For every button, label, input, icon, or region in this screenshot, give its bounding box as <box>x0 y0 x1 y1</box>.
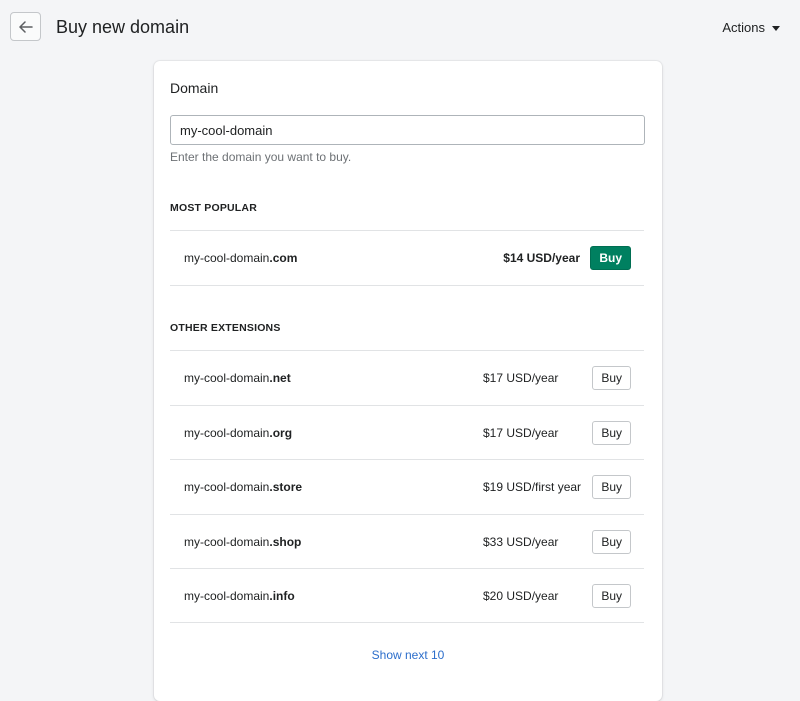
domain-row-org: my-cool-domain.org $17 USD/year Buy <box>170 406 644 460</box>
card-title: Domain <box>170 80 219 96</box>
buy-button-net[interactable]: Buy <box>592 366 631 390</box>
domain-price: $17 USD/year <box>483 426 559 440</box>
domain-row-store: my-cool-domain.store $19 USD/first year … <box>170 460 644 514</box>
domain-row-com: my-cool-domain.com $14 USD/year Buy <box>170 231 644 285</box>
domain-row-net: my-cool-domain.net $17 USD/year Buy <box>170 351 644 405</box>
domain-price: $17 USD/year <box>483 371 559 385</box>
domain-name: my-cool-domain.com <box>184 251 298 265</box>
domain-row-shop: my-cool-domain.shop $33 USD/year Buy <box>170 515 644 569</box>
actions-menu-button[interactable]: Actions <box>722 20 780 35</box>
domain-row-info: my-cool-domain.info $20 USD/year Buy <box>170 569 644 623</box>
other-extensions-heading: OTHER EXTENSIONS <box>170 322 281 334</box>
domain-help-text: Enter the domain you want to buy. <box>170 150 352 164</box>
top-bar: Buy new domain Actions <box>0 0 800 56</box>
divider <box>170 285 644 286</box>
actions-label: Actions <box>722 20 765 35</box>
domain-price: $14 USD/year <box>503 251 580 265</box>
back-button[interactable] <box>10 12 41 41</box>
domain-name: my-cool-domain.store <box>184 480 303 494</box>
buy-button-store[interactable]: Buy <box>592 475 631 499</box>
domain-price: $33 USD/year <box>483 535 559 549</box>
buy-button-info[interactable]: Buy <box>592 584 631 608</box>
arrow-left-icon <box>18 20 33 33</box>
domain-name: my-cool-domain.org <box>184 426 293 440</box>
caret-down-icon <box>772 25 780 31</box>
page-title: Buy new domain <box>56 17 190 37</box>
domain-name: my-cool-domain.shop <box>184 535 302 549</box>
domain-name: my-cool-domain.info <box>184 589 295 603</box>
buy-button-org[interactable]: Buy <box>592 421 631 445</box>
buy-button-com[interactable]: Buy <box>590 246 631 270</box>
most-popular-heading: MOST POPULAR <box>170 202 257 214</box>
domain-search-input[interactable] <box>170 115 645 145</box>
buy-button-shop[interactable]: Buy <box>592 530 631 554</box>
show-next-link[interactable]: Show next 10 <box>154 648 662 662</box>
domain-price: $20 USD/year <box>483 589 559 603</box>
divider <box>170 622 644 623</box>
domain-price: $19 USD/first year <box>483 480 582 494</box>
domain-name: my-cool-domain.net <box>184 371 291 385</box>
domain-card: Domain Enter the domain you want to buy.… <box>154 61 662 701</box>
